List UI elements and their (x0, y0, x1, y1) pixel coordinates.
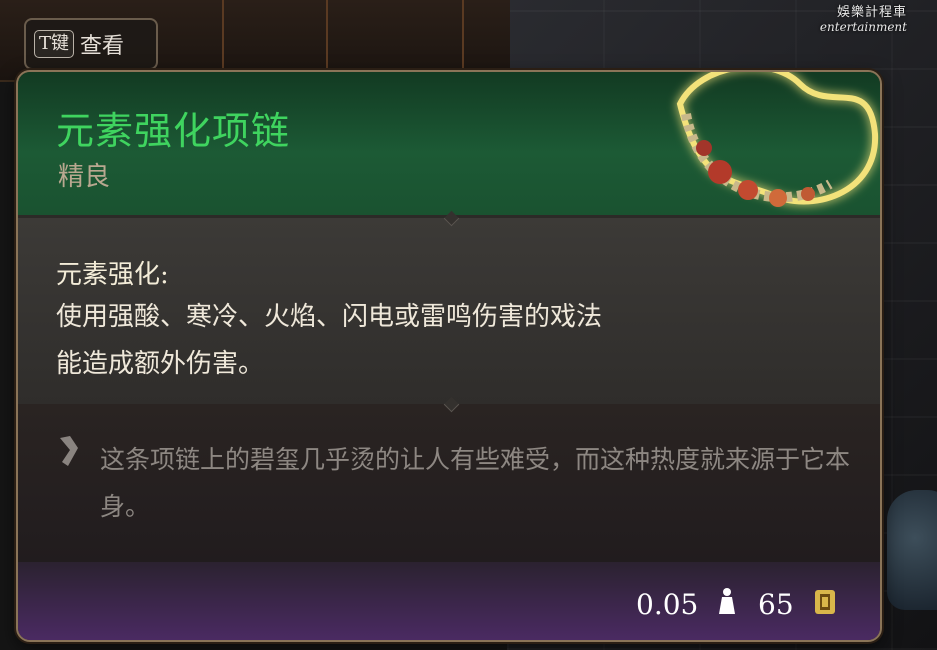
price-value: 65 (758, 588, 794, 621)
effect-title: 元素强化: (56, 260, 169, 290)
flavor-section: 这条项链上的碧玺几乎烫的让人有些难受，而这种热度就来源于它本身。 (18, 404, 880, 562)
item-rarity: 精良 (58, 162, 111, 192)
flavor-text: 这条项链上的碧玺几乎烫的让人有些难受，而这种热度就来源于它本身。 (100, 445, 851, 521)
watermark-cn: 娛樂計程車 (836, 5, 907, 20)
item-tooltip: 元素强化项链 精良 元素强化: 使用强酸、寒冷、火焰、闪电或雷鸣伤害的戏法能造成… (16, 70, 882, 642)
examine-key-hint[interactable]: T键 查看 (24, 18, 158, 70)
key-cap: T键 (34, 30, 75, 58)
necklace-icon (676, 72, 879, 207)
effect-description: 使用强酸、寒冷、火焰、闪电或雷鸣伤害的戏法能造成额外伤害。 (56, 302, 603, 379)
item-name: 元素强化项链 (56, 109, 291, 153)
tooltip-footer: 0.05 65 (18, 562, 880, 640)
weight-icon (719, 588, 735, 614)
watermark-en: entertainment (819, 19, 907, 34)
quote-icon (60, 436, 78, 466)
effect-section: 元素强化: 使用强酸、寒冷、火焰、闪电或雷鸣伤害的戏法能造成额外伤害。 (18, 218, 880, 404)
weight-value: 0.05 (636, 588, 699, 621)
key-hint-label: 查看 (80, 34, 125, 59)
watermark: 娛樂計程車 entertainment (819, 5, 907, 35)
gold-coin-icon (815, 590, 835, 614)
background-jar (887, 490, 937, 610)
